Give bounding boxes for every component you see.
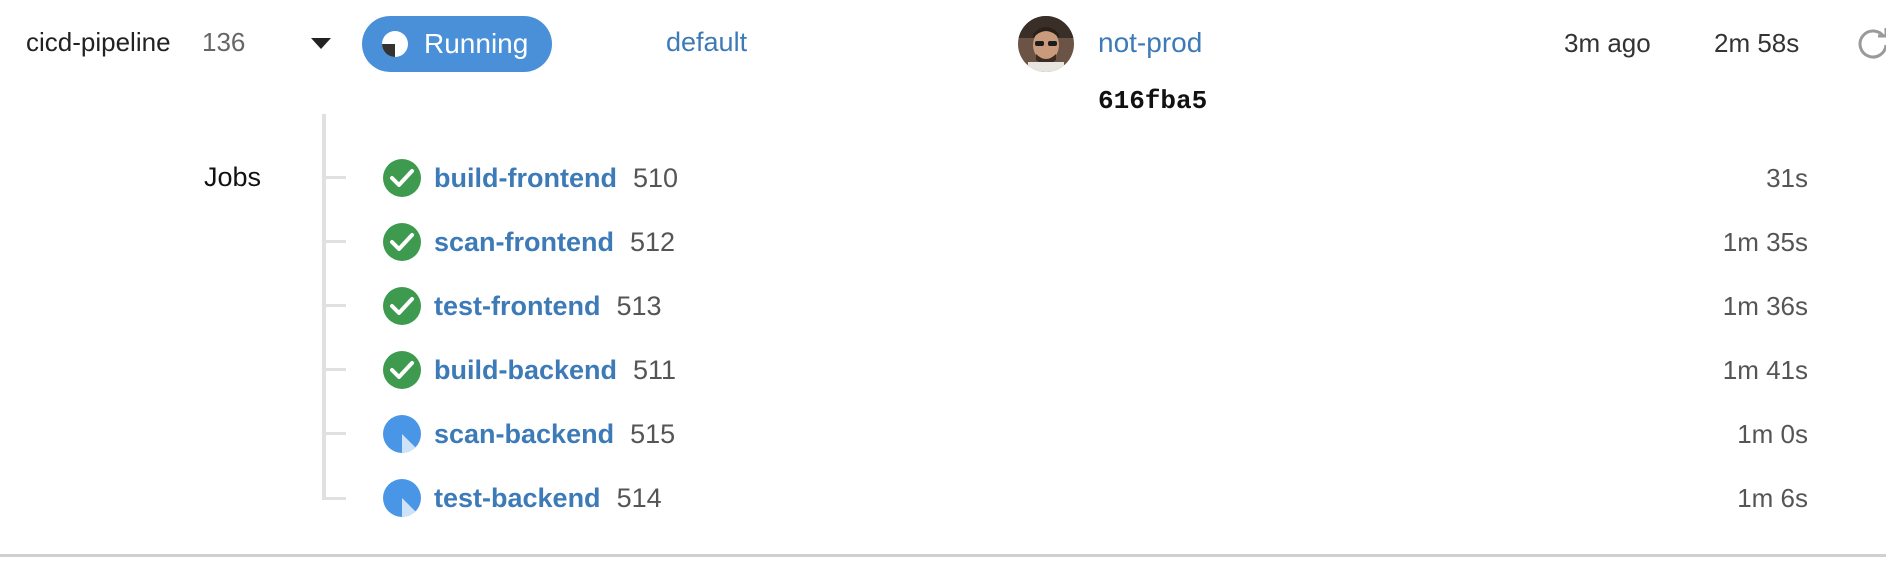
- deploy-target-link[interactable]: not-prod: [1098, 27, 1202, 59]
- job-id: 510: [632, 162, 679, 193]
- job-name-link[interactable]: build-frontend: [434, 163, 617, 194]
- job-id: 515: [630, 418, 676, 449]
- tree-branch: [322, 240, 346, 243]
- job-row[interactable]: scan-backend 515 1m 0s: [382, 412, 1812, 456]
- running-pie-icon: [382, 414, 422, 454]
- status-label: Running: [424, 28, 529, 59]
- chevron-down-icon[interactable]: [311, 38, 331, 49]
- tree-branch: [322, 497, 346, 500]
- commit-hash[interactable]: 616fba5: [1098, 86, 1207, 116]
- job-name-link[interactable]: test-frontend: [434, 291, 600, 322]
- check-circle-icon: [382, 286, 422, 326]
- tree-branch: [322, 432, 346, 435]
- job-id: 512: [630, 226, 676, 257]
- running-pie-icon: [380, 29, 410, 59]
- job-duration: 1m 35s: [1722, 226, 1808, 257]
- status-badge[interactable]: Running: [362, 16, 552, 72]
- job-name-link[interactable]: scan-frontend: [434, 227, 614, 258]
- job-row[interactable]: build-backend 511 1m 41s: [382, 348, 1812, 392]
- pipeline-duration: 2m 58s: [1714, 28, 1800, 58]
- branch-link[interactable]: default: [666, 27, 747, 58]
- jobs-label: Jobs: [204, 162, 262, 192]
- tree-branch: [322, 368, 346, 371]
- job-row[interactable]: scan-frontend 512 1m 35s: [382, 220, 1812, 264]
- job-row[interactable]: build-frontend 510 31s: [382, 156, 1812, 200]
- job-duration: 31s: [1766, 162, 1808, 193]
- job-duration: 1m 0s: [1737, 418, 1808, 449]
- running-pie-icon: [382, 478, 422, 518]
- job-name-link[interactable]: scan-backend: [434, 419, 614, 450]
- refresh-icon[interactable]: [1856, 26, 1886, 60]
- tree-branch: [322, 176, 346, 179]
- started-time: 3m ago: [1564, 28, 1651, 58]
- pipeline-name: cicd-pipeline: [26, 27, 171, 57]
- job-id: 514: [616, 482, 662, 513]
- job-duration: 1m 36s: [1722, 290, 1808, 321]
- check-circle-icon: [382, 222, 422, 262]
- job-row[interactable]: test-backend 514 1m 6s: [382, 476, 1812, 520]
- job-name-link[interactable]: build-backend: [434, 355, 617, 386]
- job-row[interactable]: test-frontend 513 1m 36s: [382, 284, 1812, 328]
- job-duration: 1m 6s: [1737, 482, 1808, 513]
- divider: [0, 554, 1886, 557]
- check-circle-icon: [382, 350, 422, 390]
- job-duration: 1m 41s: [1722, 354, 1808, 385]
- check-circle-icon: [382, 158, 422, 198]
- job-id: 513: [616, 290, 662, 321]
- job-id: 511: [633, 354, 677, 385]
- job-name-link[interactable]: test-backend: [434, 483, 601, 514]
- tree-branch: [322, 304, 346, 307]
- pipeline-run-number: 136: [202, 27, 246, 57]
- avatar: [1018, 16, 1074, 72]
